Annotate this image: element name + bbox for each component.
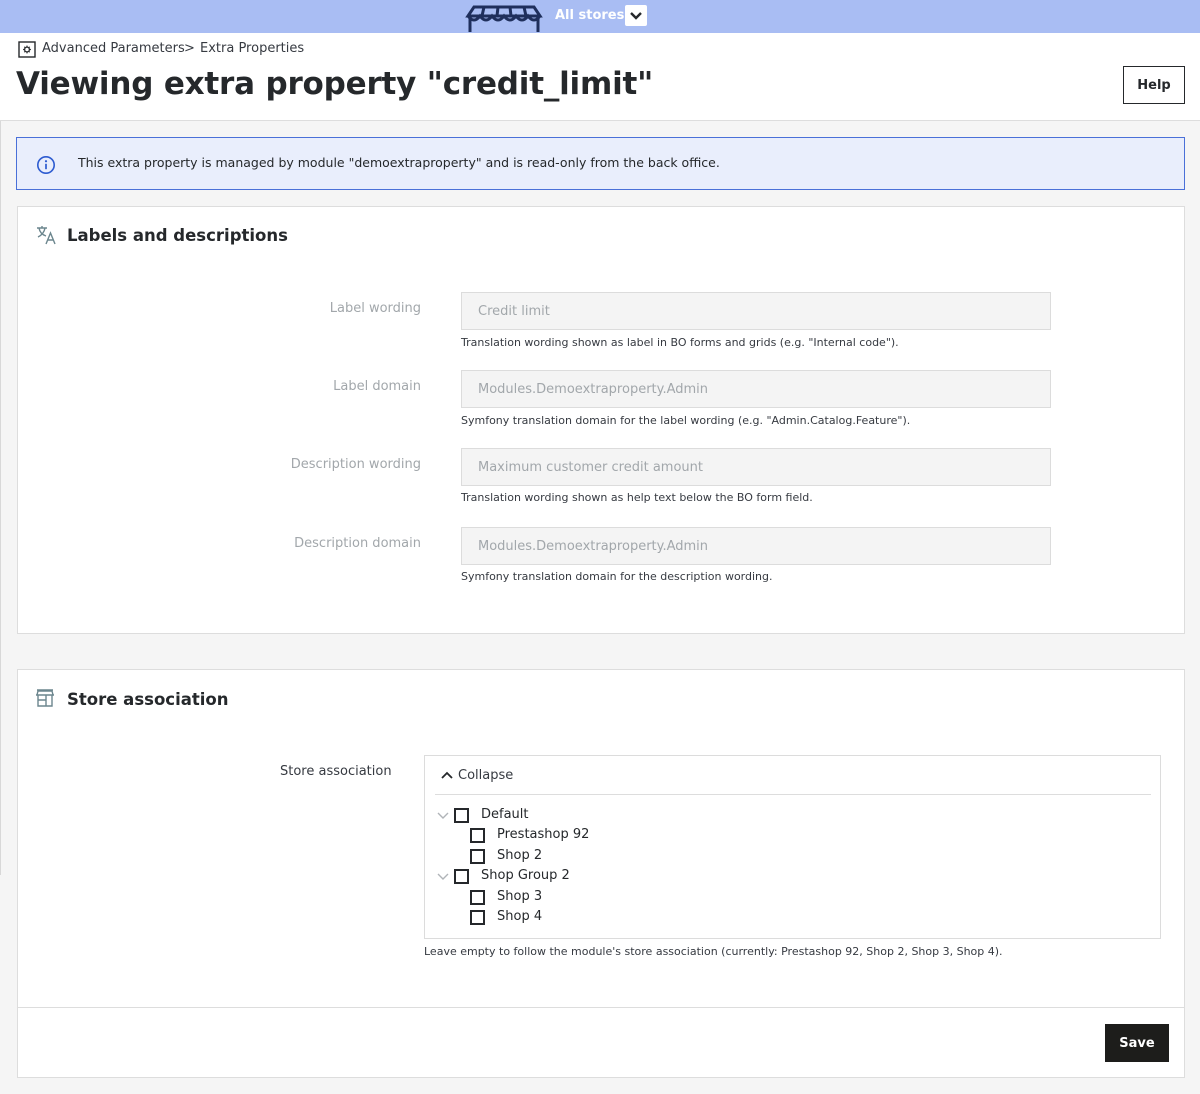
help-button[interactable]: Help	[1123, 66, 1185, 104]
store-association-card: Store association Store association Coll…	[17, 669, 1185, 1078]
checkbox-shop-prestashop-92[interactable]	[470, 828, 485, 843]
alert-message: This extra property is managed by module…	[78, 155, 720, 170]
card-footer-divider	[18, 1007, 1184, 1008]
top-bar: All stores	[0, 0, 1200, 33]
chevron-up-icon	[441, 771, 453, 779]
tree-shop-3-label: Shop 3	[497, 889, 543, 904]
tree-shop-4-label: Shop 4	[497, 909, 543, 924]
checkbox-group-shop-group-2[interactable]	[454, 869, 469, 884]
checkbox-shop-3[interactable]	[470, 890, 485, 905]
tree-group-default-label: Default	[481, 807, 529, 822]
store-selector-dropdown[interactable]	[625, 5, 647, 26]
tree-shop-2-label: Shop 2	[497, 848, 543, 863]
chevron-down-icon	[630, 11, 642, 20]
store-association-label: Store association	[280, 764, 392, 779]
label-domain-input[interactable]	[461, 370, 1051, 408]
page-header: Advanced Parameters > Extra Properties V…	[0, 33, 1200, 121]
info-circle-icon	[37, 156, 55, 174]
storefront-icon	[465, 5, 543, 32]
info-alert: This extra property is managed by module…	[16, 137, 1185, 190]
tree-shop-prestashop-92-label: Prestashop 92	[497, 827, 590, 842]
checkbox-shop-2[interactable]	[470, 849, 485, 864]
label-wording-label: Label wording	[329, 301, 421, 316]
description-domain-input[interactable]	[461, 527, 1051, 565]
description-wording-label: Description wording	[290, 457, 421, 472]
description-domain-help: Symfony translation domain for the descr…	[461, 570, 773, 583]
translate-icon	[37, 226, 56, 245]
store-selector-label[interactable]: All stores	[555, 8, 624, 23]
collapse-label: Collapse	[458, 768, 514, 783]
gear-square-icon	[18, 41, 36, 58]
chevron-down-icon[interactable]	[437, 812, 449, 820]
checkbox-shop-4[interactable]	[470, 910, 485, 925]
description-domain-label: Description domain	[294, 536, 421, 551]
label-domain-label: Label domain	[333, 379, 421, 394]
breadcrumb-extra-properties[interactable]: Extra Properties	[200, 41, 304, 56]
tree-group-shop-group-2-label: Shop Group 2	[481, 868, 570, 883]
collapse-toggle[interactable]: Collapse	[425, 756, 1160, 796]
label-wording-help: Translation wording shown as label in BO…	[461, 336, 899, 349]
description-wording-input[interactable]	[461, 448, 1051, 486]
store-card-title: Store association	[67, 690, 229, 709]
page-title: Viewing extra property "credit_limit"	[16, 66, 654, 102]
label-wording-input[interactable]	[461, 292, 1051, 330]
labels-descriptions-card: Labels and descriptions Label wording Tr…	[17, 206, 1185, 634]
breadcrumb-advanced-parameters[interactable]: Advanced Parameters	[42, 41, 185, 56]
breadcrumb-separator: >	[184, 41, 195, 56]
save-button[interactable]: Save	[1105, 1024, 1169, 1062]
store-icon	[36, 689, 54, 707]
chevron-down-icon[interactable]	[437, 873, 449, 881]
label-domain-help: Symfony translation domain for the label…	[461, 414, 911, 427]
store-association-help: Leave empty to follow the module's store…	[424, 945, 1003, 958]
store-tree: Collapse Default Prestashop 92 Shop 2 Sh…	[424, 755, 1161, 939]
left-edge-divider	[0, 121, 1, 875]
labels-card-title: Labels and descriptions	[67, 226, 288, 245]
checkbox-group-default[interactable]	[454, 808, 469, 823]
tree-divider	[435, 794, 1151, 795]
description-wording-help: Translation wording shown as help text b…	[461, 491, 813, 504]
